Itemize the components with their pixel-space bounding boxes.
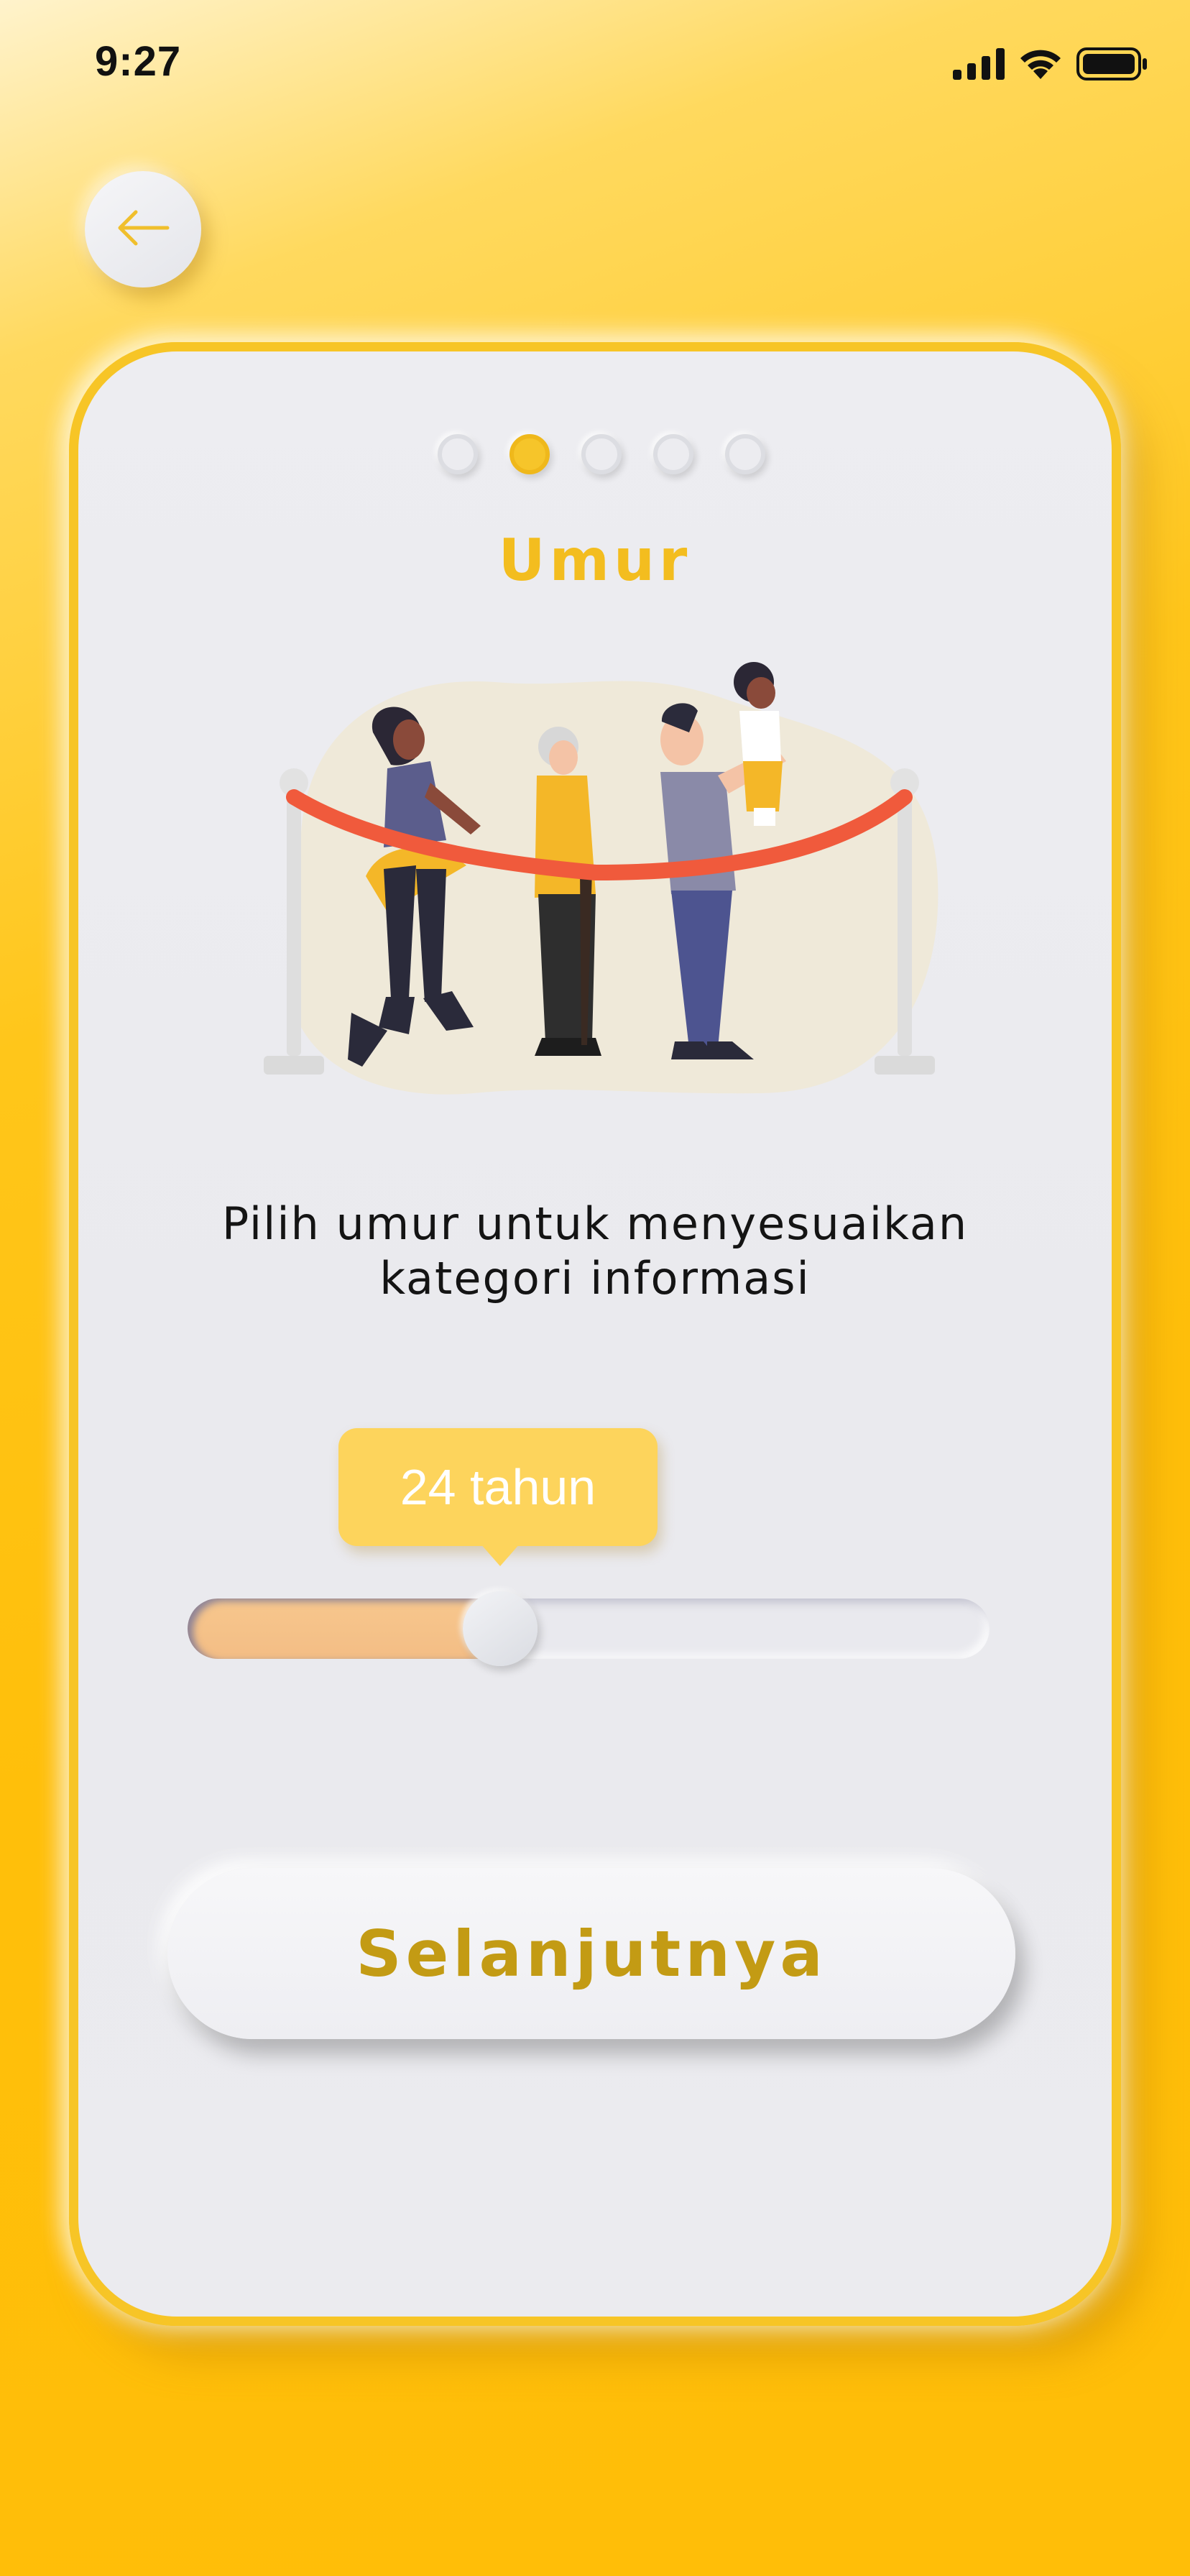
pager-dot bbox=[438, 434, 478, 474]
age-slider-fill bbox=[188, 1598, 500, 1659]
age-value-tooltip: 24 tahun bbox=[338, 1428, 658, 1546]
battery-icon bbox=[1076, 47, 1148, 80]
age-illustration bbox=[258, 653, 948, 1113]
arrow-left-icon bbox=[114, 208, 172, 251]
pager-dot bbox=[725, 434, 765, 474]
pager bbox=[438, 434, 765, 474]
status-time: 9:27 bbox=[95, 38, 182, 85]
description-text: Pilih umur untuk menyesuaikan kategori i… bbox=[221, 1197, 969, 1305]
back-button[interactable] bbox=[85, 171, 201, 288]
cellular-signal-icon bbox=[953, 48, 1005, 80]
tooltip-pointer bbox=[480, 1543, 520, 1566]
screen-title: Umur bbox=[498, 527, 692, 594]
next-button[interactable]: Selanjutnya bbox=[167, 1868, 1015, 2039]
onboarding-card: Umur Pilih umur untuk menyesuaikan kateg… bbox=[69, 342, 1121, 2326]
wifi-icon bbox=[1018, 47, 1064, 80]
status-icons bbox=[953, 46, 1148, 82]
pager-dot bbox=[509, 434, 550, 474]
pager-dot bbox=[653, 434, 693, 474]
age-slider-track[interactable] bbox=[188, 1598, 990, 1659]
age-slider-thumb[interactable] bbox=[463, 1591, 538, 1666]
pager-dot bbox=[581, 434, 622, 474]
